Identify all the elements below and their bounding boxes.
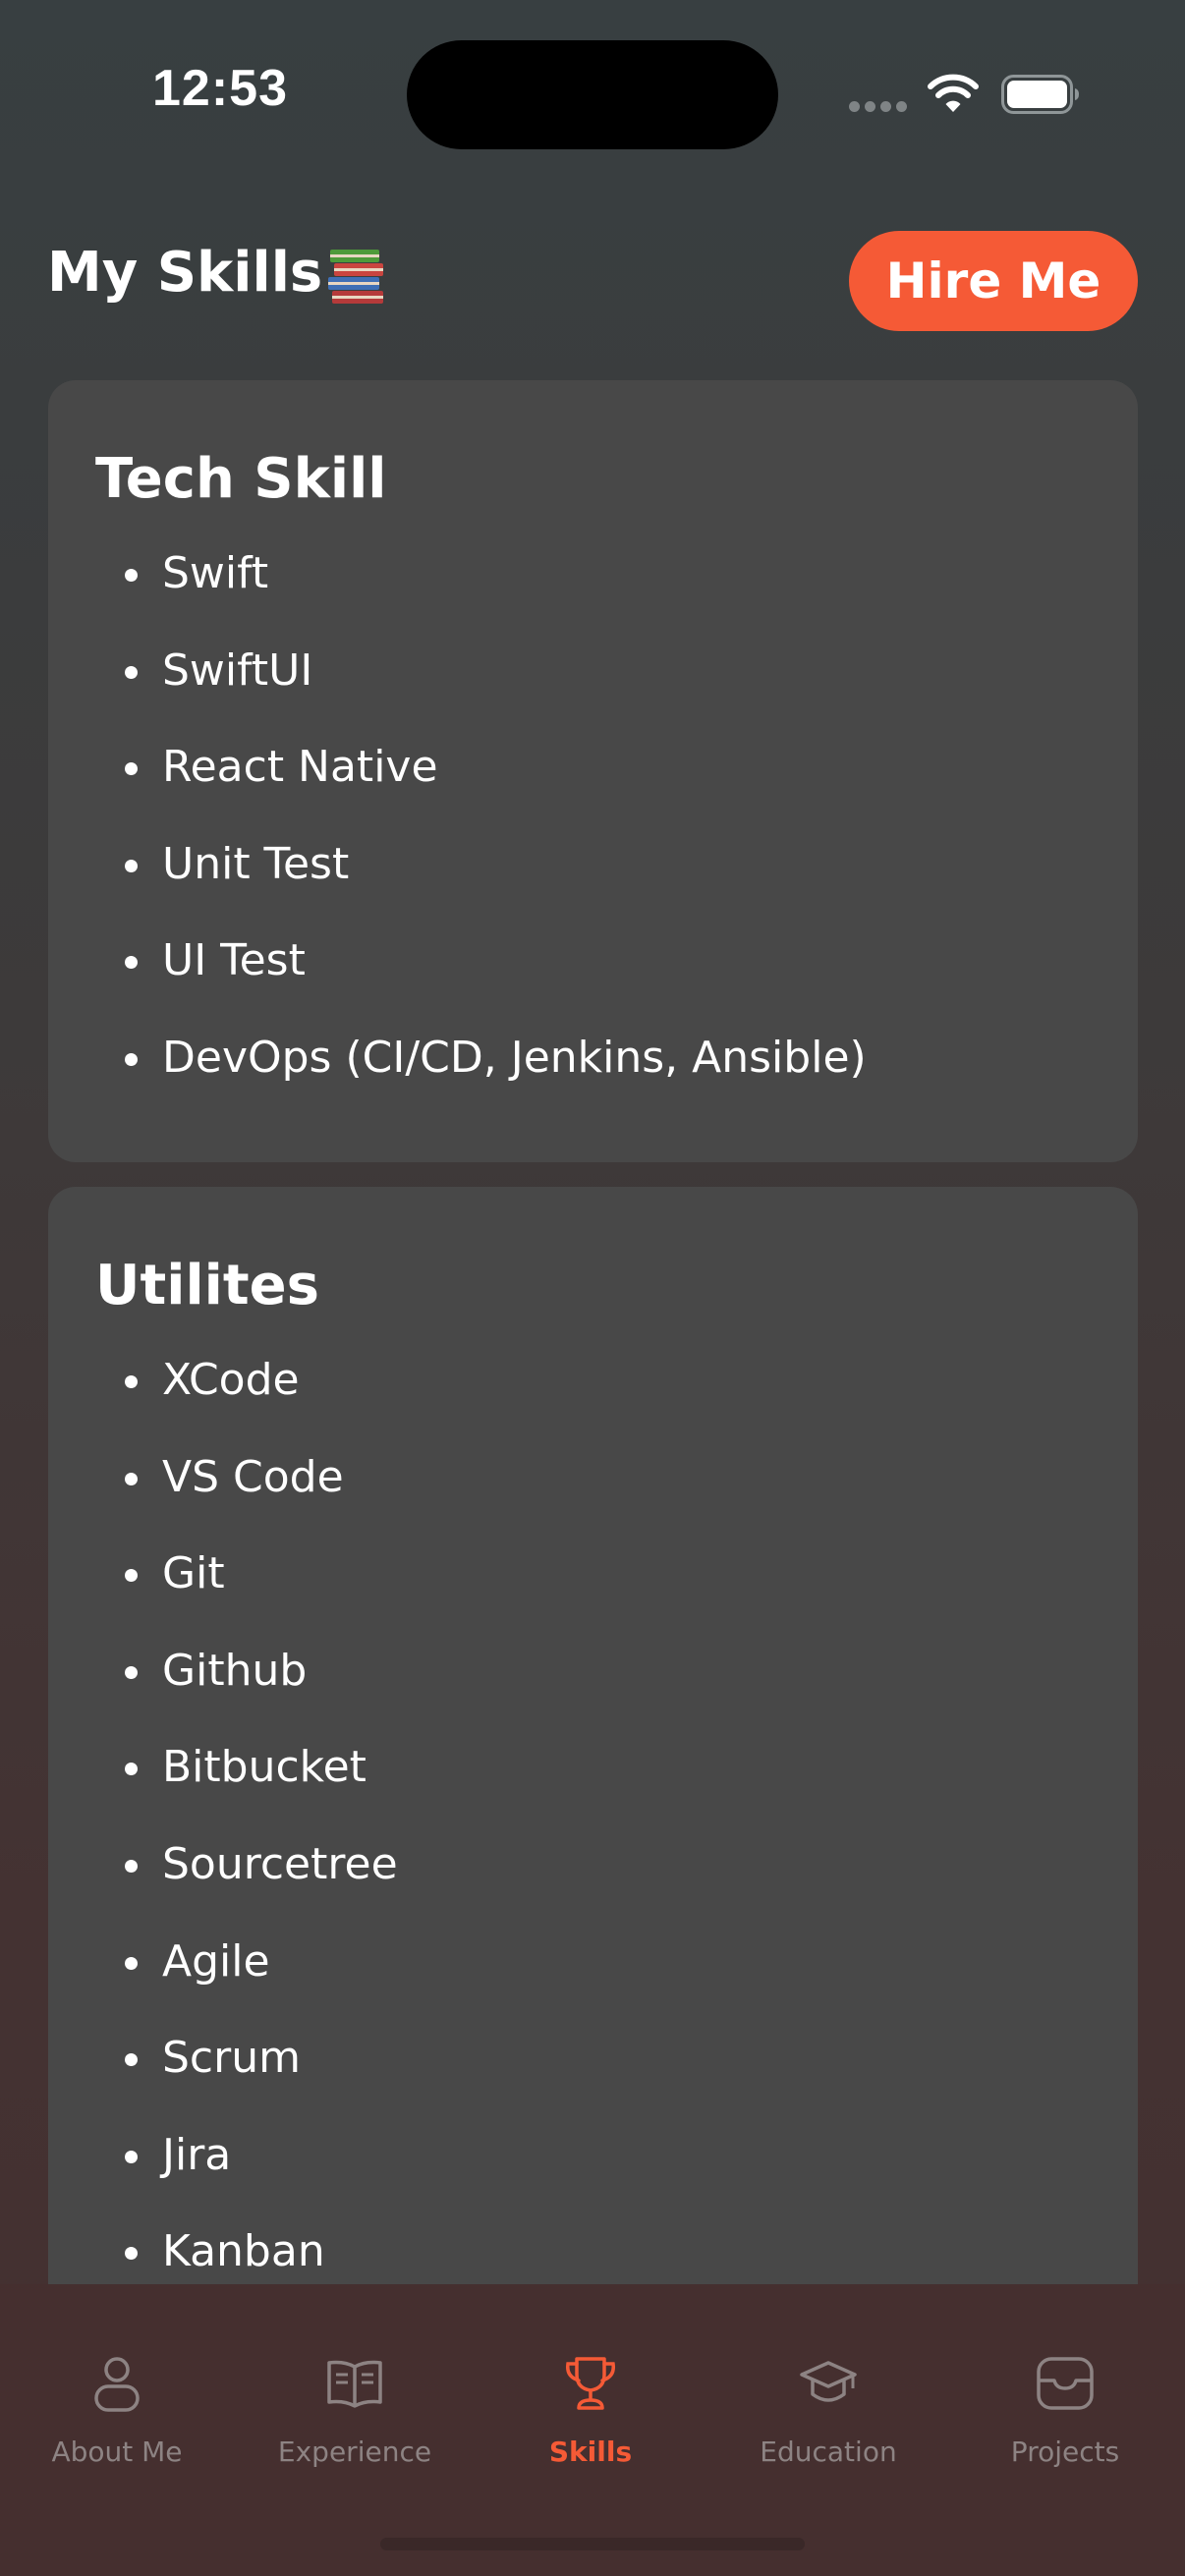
bullet-icon — [125, 762, 138, 776]
books-icon — [328, 250, 383, 304]
bullet-icon — [125, 1665, 138, 1679]
list-item: React Native — [95, 746, 867, 843]
tab-education[interactable]: Education — [710, 2353, 946, 2500]
tab-label: Experience — [277, 2436, 432, 2468]
skill-label: Kanban — [162, 2226, 325, 2277]
skill-label: Bitbucket — [162, 1742, 367, 1793]
skill-label: Swift — [162, 548, 269, 598]
graduation-cap-icon — [800, 2361, 857, 2402]
skill-label: VS Code — [162, 1451, 344, 1502]
bullet-icon — [125, 1472, 138, 1485]
skill-label: Github — [162, 1645, 308, 1696]
list-item: Git — [95, 1552, 398, 1650]
list-item: Github — [95, 1649, 398, 1747]
skill-label: Agile — [162, 1935, 270, 1987]
list-item: Agile — [95, 1939, 398, 2038]
bullet-icon — [125, 859, 138, 872]
tab-label: Projects — [1010, 2436, 1120, 2468]
section-title: Utilites — [95, 1254, 319, 1317]
tab-bar: About Me Experience Skills Education Pro… — [0, 2284, 1185, 2576]
skill-label: Jira — [162, 2129, 232, 2180]
list-item: Scrum — [95, 2037, 398, 2134]
list-item: VS Code — [95, 1455, 398, 1553]
skill-label: SwiftUI — [162, 644, 313, 696]
home-indicator[interactable] — [380, 2538, 805, 2550]
skill-label: Scrum — [162, 2033, 301, 2084]
bullet-icon — [125, 956, 138, 970]
bullet-icon — [125, 1569, 138, 1583]
status-time: 12:53 — [152, 60, 288, 117]
list-item: Kanban — [95, 2230, 398, 2287]
skill-list: Swift SwiftUI React Native Unit Test UI … — [95, 552, 867, 1134]
tab-skills[interactable]: Skills — [473, 2353, 708, 2500]
bullet-icon — [125, 2053, 138, 2067]
bullet-icon — [125, 1763, 138, 1776]
cellular-signal-icon — [849, 101, 908, 115]
tab-label: Skills — [548, 2436, 633, 2468]
list-item: Unit Test — [95, 842, 867, 940]
list-item: UI Test — [95, 939, 867, 1036]
skill-label: Sourcetree — [162, 1838, 398, 1889]
skill-label: Git — [162, 1548, 225, 1599]
trophy-icon — [565, 2357, 616, 2410]
bullet-icon — [125, 1956, 138, 1970]
wifi-icon — [928, 74, 979, 112]
bullet-icon — [125, 1052, 138, 1066]
bullet-icon — [125, 1375, 138, 1388]
bullet-icon — [125, 2247, 138, 2261]
bullet-icon — [125, 2150, 138, 2163]
skill-label: Unit Test — [162, 838, 350, 889]
book-open-icon — [327, 2360, 382, 2408]
skill-label: UI Test — [162, 935, 306, 986]
tab-label: About Me — [51, 2436, 183, 2468]
list-item: DevOps (CI/CD, Jenkins, Ansible) — [95, 1036, 867, 1134]
list-item: Swift — [95, 552, 867, 649]
bullet-icon — [125, 1859, 138, 1873]
tray-icon — [1037, 2357, 1094, 2410]
utilites-card: Utilites XCode VS Code Git Github Bitbuc… — [48, 1187, 1138, 2287]
skill-label: DevOps (CI/CD, Jenkins, Ansible) — [162, 1032, 867, 1083]
page-title: My Skills — [47, 241, 323, 305]
skill-label: XCode — [162, 1355, 300, 1405]
list-item: SwiftUI — [95, 648, 867, 747]
bullet-icon — [125, 569, 138, 582]
tab-projects[interactable]: Projects — [947, 2353, 1183, 2500]
tab-label: Education — [760, 2436, 897, 2468]
tab-about-me[interactable]: About Me — [0, 2353, 235, 2500]
tab-experience[interactable]: Experience — [237, 2353, 473, 2500]
skill-list: XCode VS Code Git Github Bitbucket Sourc… — [95, 1359, 398, 2287]
list-item: XCode — [95, 1359, 398, 1456]
skill-label: React Native — [162, 742, 438, 793]
bullet-icon — [125, 665, 138, 679]
battery-icon — [1001, 75, 1079, 114]
tech-skill-card: Tech Skill Swift SwiftUI React Native Un… — [48, 380, 1138, 1162]
list-item: Sourcetree — [95, 1842, 398, 1940]
section-title: Tech Skill — [95, 447, 387, 511]
list-item: Bitbucket — [95, 1746, 398, 1843]
dynamic-island — [407, 40, 778, 149]
person-icon — [94, 2357, 140, 2412]
hire-me-button[interactable]: Hire Me — [849, 231, 1138, 331]
list-item: Jira — [95, 2133, 398, 2231]
